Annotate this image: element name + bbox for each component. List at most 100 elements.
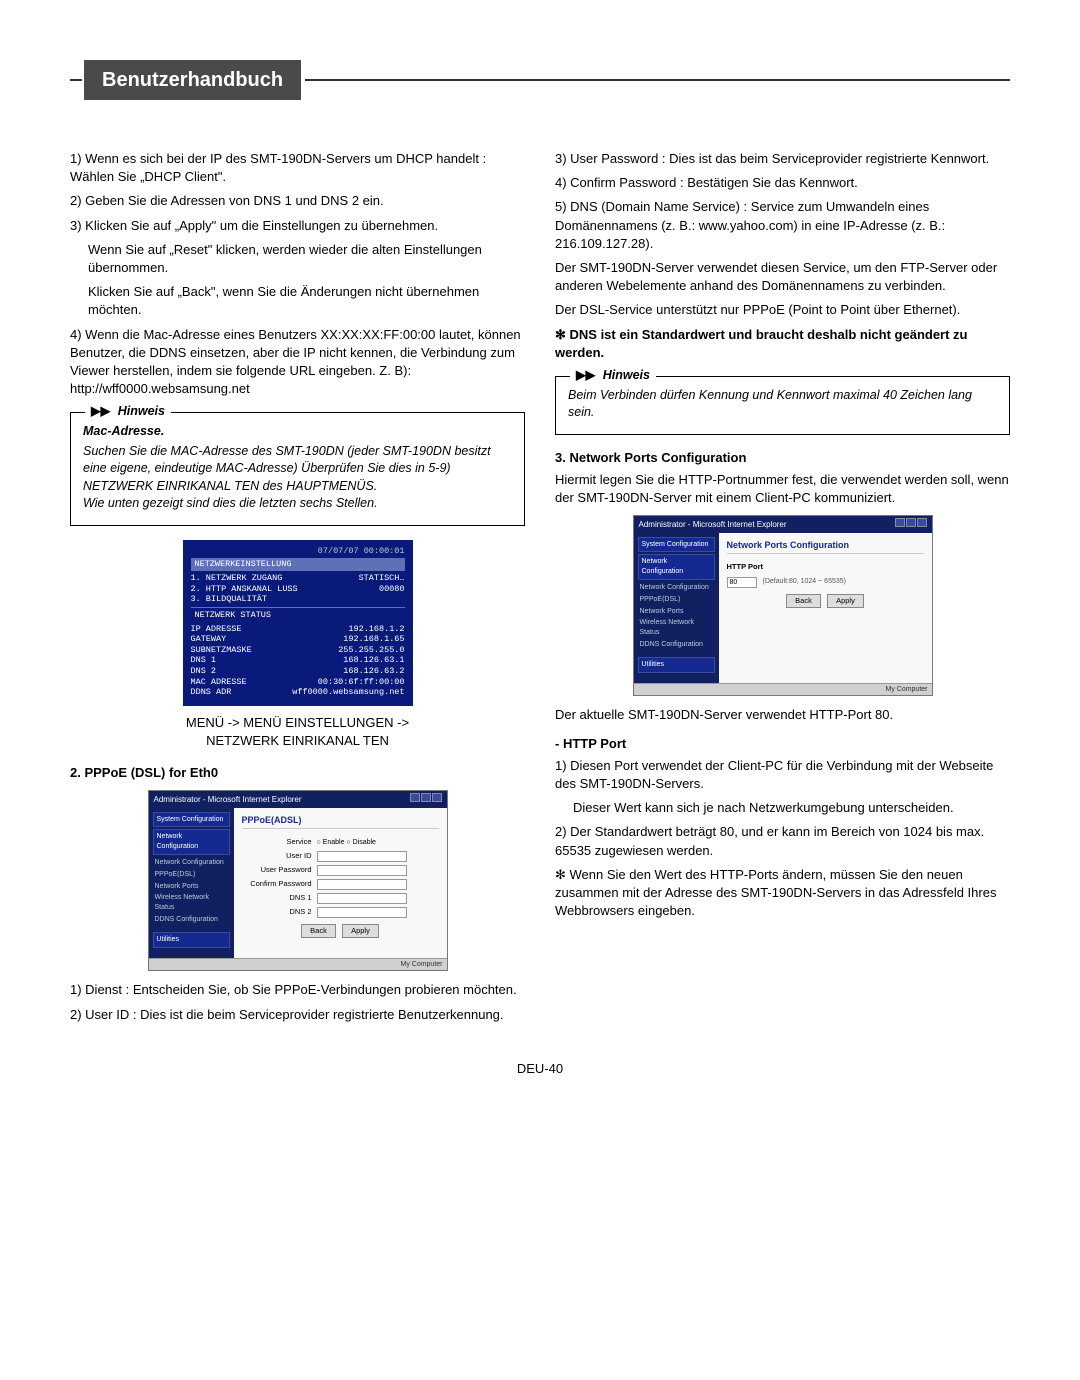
user-id-input[interactable] <box>317 851 407 862</box>
emphasis-note: ✻ DNS ist ein Standardwert und braucht d… <box>555 326 1010 362</box>
apply-button[interactable]: Apply <box>827 594 864 609</box>
window-title: Administrator - Microsoft Internet Explo… <box>154 794 302 805</box>
paragraph: Der aktuelle SMT-190DN-Server verwendet … <box>555 706 1010 724</box>
hint-subhead: Mac-Adresse. <box>83 423 512 441</box>
right-column: 3) User Password : Dies ist das beim Ser… <box>555 150 1010 1030</box>
panel-subheader: NETZWERK STATUS <box>191 607 405 622</box>
sidebar-item[interactable]: DDNS Configuration <box>638 639 715 651</box>
window-buttons[interactable] <box>894 518 927 530</box>
apply-button[interactable]: Apply <box>342 924 379 939</box>
row-label: SUBNETZMASKE <box>191 645 252 656</box>
row-label: DDNS ADR <box>191 687 232 698</box>
menu-path: MENÜ -> MENÜ EINSTELLUNGEN -> NETZWERK E… <box>70 714 525 750</box>
http-port-input[interactable]: 80 <box>727 577 757 588</box>
sidebar-item[interactable]: Network Ports <box>638 606 715 618</box>
row-label: DNS 2 <box>191 666 217 677</box>
hint-box: ▶▶ Hinweis Mac-Adresse. Suchen Sie die M… <box>70 412 525 526</box>
list-item: Dieser Wert kann sich je nach Netzwerkum… <box>555 799 1010 817</box>
sidebar-item[interactable]: PPPoE(DSL) <box>638 594 715 606</box>
row-value: 255.255.255.0 <box>338 645 404 656</box>
row-label: 2. HTTP ANSKANAL LUSS <box>191 584 298 595</box>
row-label: MAC ADRESSE <box>191 677 247 688</box>
row-value: STATISCH… <box>359 573 405 584</box>
list-item: 1) Diesen Port verwendet der Client-PC f… <box>555 757 1010 793</box>
screenshot-network-ports: Administrator - Microsoft Internet Explo… <box>633 515 933 696</box>
row-value: 192.168.1.2 <box>348 624 404 635</box>
subheading: - HTTP Port <box>555 735 1010 753</box>
row-label: DNS 1 <box>191 655 217 666</box>
sidebar-item[interactable]: Network Configuration <box>153 857 230 869</box>
row-value: 192.168.1.65 <box>343 634 404 645</box>
hint-label: ▶▶ Hinweis <box>85 403 171 421</box>
field-label: DNS 1 <box>242 893 317 904</box>
field-label: Service <box>242 837 317 848</box>
sidebar: System Configuration Network Configurati… <box>149 808 234 958</box>
hint-line: Suchen Sie die MAC-Adresse des SMT-190DN… <box>83 443 512 496</box>
back-button[interactable]: Back <box>301 924 336 939</box>
row-label: 3. BILDQUALITÄT <box>191 594 268 605</box>
window-buttons[interactable] <box>409 793 442 805</box>
back-button[interactable]: Back <box>786 594 821 609</box>
status-text: My Computer <box>885 685 927 695</box>
section-heading: 2. PPPoE (DSL) for Eth0 <box>70 764 525 782</box>
status-bar: My Computer <box>149 958 447 971</box>
arrow-icon: ▶▶ <box>576 367 595 385</box>
field-label: Confirm Password <box>242 879 317 890</box>
dns2-input[interactable] <box>317 907 407 918</box>
sidebar-item[interactable]: Network Configuration <box>638 582 715 594</box>
hint-line: Beim Verbinden dürfen Kennung und Kennwo… <box>568 387 997 422</box>
page-title: Network Ports Configuration <box>727 539 924 555</box>
sidebar-tab[interactable]: System Configuration <box>638 537 715 553</box>
timestamp: 07/07/07 00:00:01 <box>191 546 405 557</box>
paragraph: Der DSL-Service unterstützt nur PPPoE (P… <box>555 301 1010 319</box>
sidebar-item[interactable]: PPPoE(DSL) <box>153 869 230 881</box>
status-text: My Computer <box>400 960 442 970</box>
paragraph: Hiermit legen Sie die HTTP-Portnummer fe… <box>555 471 1010 507</box>
sidebar-tab[interactable]: Network Configuration <box>153 829 230 855</box>
list-item: 2) Der Standardwert beträgt 80, und er k… <box>555 823 1010 859</box>
row-label: IP ADRESSE <box>191 624 242 635</box>
sidebar-tab[interactable]: System Configuration <box>153 812 230 828</box>
paragraph: Der SMT-190DN-Server verwendet diesen Se… <box>555 259 1010 295</box>
confirm-password-input[interactable] <box>317 879 407 890</box>
field-hint: (Default:80, 1024 ~ 65535) <box>763 577 846 587</box>
row-value: 00080 <box>379 584 405 595</box>
panel-header: NETZWERKEINSTELLUNG <box>191 558 405 571</box>
field-section: HTTP Port <box>727 562 924 573</box>
row-value: 168.126.63.1 <box>343 655 404 666</box>
window-titlebar: Administrator - Microsoft Internet Explo… <box>149 791 447 807</box>
row-label: GATEWAY <box>191 634 227 645</box>
sidebar-tab[interactable]: Network Configuration <box>638 554 715 580</box>
list-item: 3) User Password : Dies ist das beim Ser… <box>555 150 1010 168</box>
hint-box: ▶▶ Hinweis Beim Verbinden dürfen Kennung… <box>555 376 1010 435</box>
sidebar-item[interactable]: Wireless Network Status <box>153 892 230 914</box>
sidebar-item[interactable]: DDNS Configuration <box>153 914 230 926</box>
sidebar-item[interactable]: Network Ports <box>153 881 230 893</box>
status-bar: My Computer <box>634 683 932 696</box>
menu-path-line: NETZWERK EINRIKANAL TEN <box>70 732 525 750</box>
arrow-icon: ▶▶ <box>91 403 110 421</box>
list-item: 3) Klicken Sie auf „Apply" um die Einste… <box>70 217 525 235</box>
list-item: Wenn Sie auf „Reset" klicken, werden wie… <box>70 241 525 277</box>
screenshot-pppoe: Administrator - Microsoft Internet Explo… <box>148 790 448 971</box>
list-item: 2) User ID : Dies ist die beim Servicepr… <box>70 1006 525 1024</box>
section-heading: 3. Network Ports Configuration <box>555 449 1010 467</box>
list-item: 1) Dienst : Entscheiden Sie, ob Sie PPPo… <box>70 981 525 999</box>
main-pane: Network Ports Configuration HTTP Port 80… <box>719 533 932 683</box>
hint-label-text: Hinweis <box>603 368 650 382</box>
page-number: DEU-40 <box>70 1060 1010 1078</box>
dns1-input[interactable] <box>317 893 407 904</box>
sidebar-tab[interactable]: Utilities <box>153 932 230 948</box>
list-item: 4) Wenn die Mac-Adresse eines Benutzers … <box>70 326 525 399</box>
header-title: Benutzerhandbuch <box>84 60 301 100</box>
radio-options[interactable]: ○ Enable ○ Disable <box>317 838 376 848</box>
sidebar-item[interactable]: Wireless Network Status <box>638 617 715 639</box>
hint-label: ▶▶ Hinweis <box>570 367 656 385</box>
page-header: Benutzerhandbuch <box>70 60 1010 100</box>
window-titlebar: Administrator - Microsoft Internet Explo… <box>634 516 932 532</box>
menu-path-line: MENÜ -> MENÜ EINSTELLUNGEN -> <box>70 714 525 732</box>
page-title: PPPoE(ADSL) <box>242 814 439 830</box>
password-input[interactable] <box>317 865 407 876</box>
sidebar-tab[interactable]: Utilities <box>638 657 715 673</box>
list-item: 1) Wenn es sich bei der IP des SMT-190DN… <box>70 150 525 186</box>
